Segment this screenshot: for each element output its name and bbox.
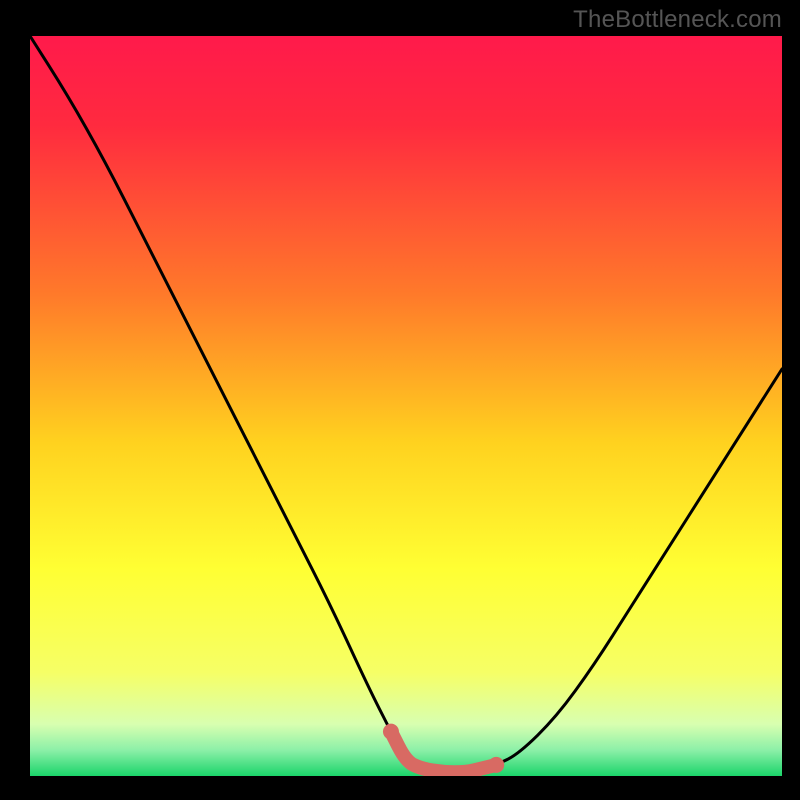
bottleneck-curve-highlight <box>391 732 496 773</box>
bottleneck-curve-chart <box>30 36 782 776</box>
bottleneck-curve-line <box>30 36 782 772</box>
bottleneck-highlight-endpoint <box>383 724 399 740</box>
plot-frame <box>30 36 782 776</box>
chart-stage: TheBottleneck.com <box>0 0 800 800</box>
watermark-text: TheBottleneck.com <box>573 6 782 34</box>
bottleneck-highlight-endpoint <box>488 757 504 773</box>
